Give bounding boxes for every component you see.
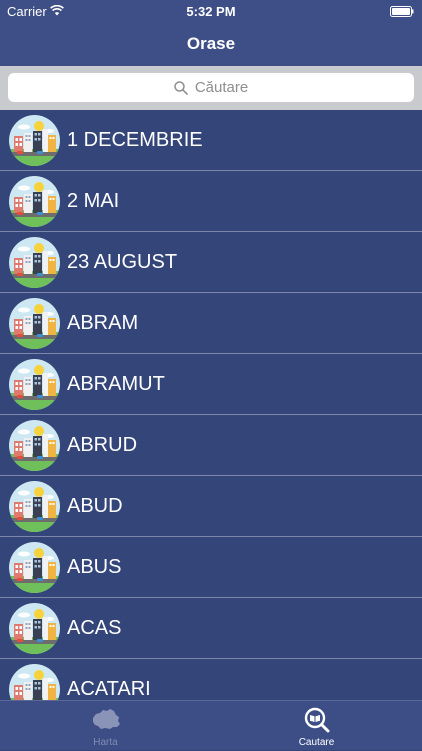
city-name: ABRUD [67,434,138,456]
tab-cautare[interactable]: Cautare [211,701,422,751]
status-time: 5:32 PM [186,4,236,19]
city-icon [9,115,60,166]
city-row[interactable]: 2 MAI [0,171,422,232]
city-name: 2 MAI [67,190,120,212]
search-placeholder: Căutare [194,79,249,96]
city-name: 23 AUGUST [67,251,178,273]
city-icon [9,237,60,288]
city-name: ABRAM [67,312,139,334]
city-name: ABRAMUT [67,373,165,395]
city-icon [9,298,60,349]
city-icon [9,481,60,532]
city-name: ACATARI [67,678,151,700]
tab-harta-label: Harta [93,737,118,748]
search-book-icon [304,707,330,733]
city-row[interactable]: ACATARI [0,659,422,700]
city-list[interactable]: 1 DECEMBRIE 2 MAI 23 AUGUST ABRAM ABRAMU… [0,110,422,700]
city-row[interactable]: ABUD [0,476,422,537]
city-icon [9,359,60,410]
city-row[interactable]: ABUS [0,537,422,598]
city-icon [9,603,60,654]
city-name: 1 DECEMBRIE [67,129,203,151]
city-row[interactable]: ACAS [0,598,422,659]
city-icon [9,176,60,227]
search-icon [174,80,188,95]
city-row[interactable]: 23 AUGUST [0,232,422,293]
city-row[interactable]: 1 DECEMBRIE [0,110,422,171]
battery-icon [390,6,414,17]
city-icon [9,664,60,700]
city-row[interactable]: ABRUD [0,415,422,476]
city-icon [9,420,60,471]
city-name: ABUD [67,495,123,517]
navigation-bar: Orase [0,22,422,66]
romania-map-icon [93,709,120,729]
city-name: ACAS [67,617,122,639]
tab-harta[interactable]: Harta [0,701,211,751]
city-name: ABUS [67,556,122,578]
page-title: Orase [186,34,236,53]
city-row[interactable]: ABRAM [0,293,422,354]
tab-cautare-label: Cautare [298,737,335,748]
city-row[interactable]: ABRAMUT [0,354,422,415]
status-bar: Carrier 5:32 PM [0,0,422,22]
city-icon [9,542,60,593]
search-input[interactable]: Căutare [8,73,414,102]
search-bar: Căutare [0,66,422,110]
tab-bar: Harta Cautare [0,700,422,750]
